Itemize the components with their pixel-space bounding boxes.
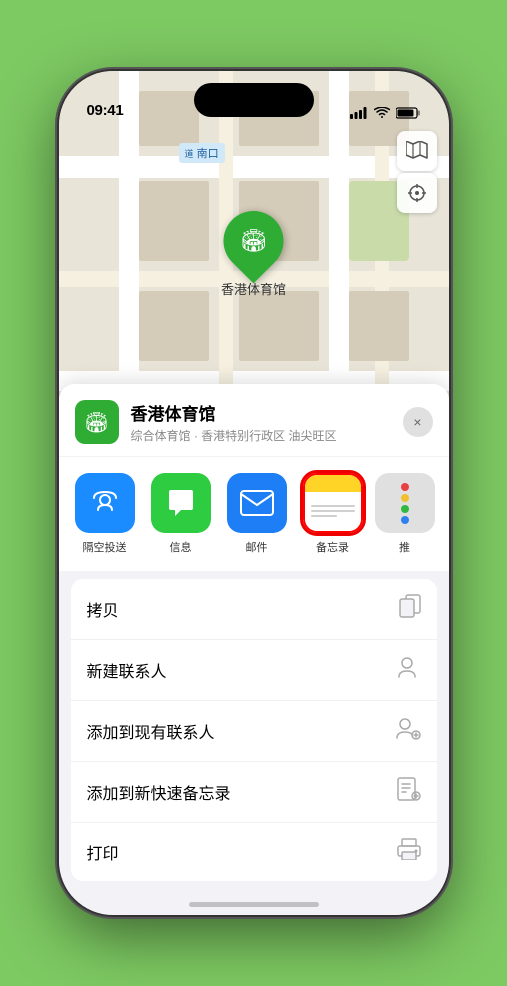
messages-symbol <box>165 488 197 518</box>
print-symbol <box>397 838 421 860</box>
airdrop-label: 隔空投送 <box>83 539 127 555</box>
signal-icon <box>350 107 368 119</box>
menu-print-label: 打印 <box>87 840 119 864</box>
map-type-icon <box>406 141 428 161</box>
road-label: 道 南口 <box>179 143 225 163</box>
dots-column <box>401 483 409 524</box>
notes-top-bar <box>305 475 361 492</box>
notes-lines <box>305 492 361 531</box>
map-pin-icon: 🏟 <box>211 199 296 284</box>
location-description: 综合体育馆 · 香港特别行政区 油尖旺区 <box>131 427 391 444</box>
person-badge-icon <box>395 716 421 746</box>
location-name: 香港体育馆 <box>131 400 391 425</box>
notes-line-3 <box>311 515 337 517</box>
copy-symbol <box>399 594 421 618</box>
airdrop-icon <box>75 473 135 533</box>
mail-icon <box>227 473 287 533</box>
dot-yellow <box>401 494 409 502</box>
share-item-more[interactable]: 推 <box>375 473 435 555</box>
wifi-icon <box>374 107 390 119</box>
building-1 <box>139 181 209 261</box>
map-pin: 🏟 香港体育馆 <box>221 211 286 298</box>
share-item-notes[interactable]: 备忘录 <box>299 473 367 555</box>
notes-label: 备忘录 <box>316 539 349 555</box>
share-item-airdrop[interactable]: 隔空投送 <box>71 473 139 555</box>
notes-line-2 <box>311 510 355 512</box>
print-icon <box>397 838 421 866</box>
dynamic-island <box>194 83 314 117</box>
person-badge-symbol <box>395 716 421 740</box>
menu-item-quick-note[interactable]: 添加到新快速备忘录 <box>71 762 437 823</box>
map-type-button[interactable] <box>397 131 437 171</box>
map-controls <box>397 131 437 213</box>
more-dots-icon <box>375 473 435 533</box>
status-time: 09:41 <box>87 102 124 119</box>
messages-icon <box>151 473 211 533</box>
road-label-prefix: 道 <box>185 149 194 159</box>
menu-copy-label: 拷贝 <box>87 597 119 621</box>
location-header: 🏟 香港体育馆 综合体育馆 · 香港特别行政区 油尖旺区 × <box>59 384 449 456</box>
battery-icon <box>396 107 421 119</box>
share-item-messages[interactable]: 信息 <box>147 473 215 555</box>
phone-screen: 09:41 <box>59 71 449 915</box>
road-label-text: 南口 <box>197 148 219 160</box>
person-add-icon <box>397 655 421 685</box>
building-8 <box>349 291 409 361</box>
bottom-spacer <box>59 881 449 915</box>
menu-item-copy[interactable]: 拷贝 <box>71 579 437 640</box>
notes-icon <box>303 473 363 533</box>
copy-icon <box>399 594 421 624</box>
menu-item-add-existing[interactable]: 添加到现有联系人 <box>71 701 437 762</box>
airdrop-symbol <box>90 488 120 518</box>
notes-icon-inner <box>305 475 361 531</box>
building-7 <box>239 291 319 361</box>
note-add-symbol <box>397 777 421 801</box>
notes-line-1 <box>311 505 355 507</box>
messages-label: 信息 <box>170 539 192 555</box>
dot-green <box>401 505 409 513</box>
share-item-mail[interactable]: 邮件 <box>223 473 291 555</box>
location-icon <box>408 184 426 202</box>
menu-list: 拷贝 新建联系人 <box>71 579 437 881</box>
dot-red <box>401 483 409 491</box>
status-icons <box>350 107 421 119</box>
menu-add-existing-label: 添加到现有联系人 <box>87 719 215 743</box>
menu-item-print[interactable]: 打印 <box>71 823 437 881</box>
menu-item-new-contact[interactable]: 新建联系人 <box>71 640 437 701</box>
note-add-icon <box>397 777 421 807</box>
person-add-symbol <box>397 655 421 679</box>
menu-quick-note-label: 添加到新快速备忘录 <box>87 780 231 804</box>
bottom-sheet: 🏟 香港体育馆 综合体育馆 · 香港特别行政区 油尖旺区 × <box>59 384 449 915</box>
location-info: 香港体育馆 综合体育馆 · 香港特别行政区 油尖旺区 <box>131 400 391 444</box>
share-row: 隔空投送 信息 <box>59 457 449 571</box>
road-horizontal-1 <box>59 156 449 178</box>
phone-frame: 09:41 <box>59 71 449 915</box>
close-button[interactable]: × <box>403 407 433 437</box>
venue-icon: 🏟 <box>240 228 268 254</box>
mail-symbol <box>240 490 274 516</box>
mail-label: 邮件 <box>246 539 268 555</box>
building-6 <box>139 291 209 361</box>
home-indicator <box>189 902 319 907</box>
dot-blue <box>401 516 409 524</box>
location-button[interactable] <box>397 173 437 213</box>
menu-new-contact-label: 新建联系人 <box>87 658 167 682</box>
more-label: 推 <box>399 539 410 555</box>
location-venue-icon: 🏟 <box>75 400 119 444</box>
